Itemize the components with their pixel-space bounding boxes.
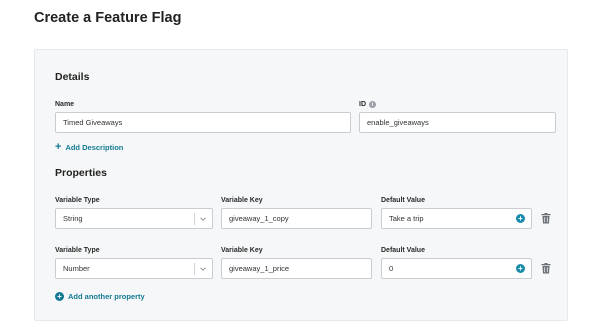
variable-type-value: Number	[63, 264, 90, 273]
add-another-property-link[interactable]: + Add another property	[55, 292, 145, 301]
name-label: Name	[55, 101, 74, 108]
plus-icon: +	[55, 141, 62, 153]
trash-icon[interactable]	[541, 213, 551, 224]
trash-icon[interactable]	[541, 263, 551, 274]
select-divider	[194, 263, 195, 275]
variable-type-label: Variable Type	[55, 247, 100, 254]
variable-key-value: giveaway_1_price	[229, 264, 290, 273]
add-description-text: Add Description	[65, 143, 124, 152]
variable-key-field[interactable]: giveaway_1_price	[221, 258, 372, 279]
default-value-field[interactable]: 0 +	[381, 258, 532, 279]
default-value-field[interactable]: Take a trip +	[381, 208, 532, 229]
page-title: Create a Feature Flag	[34, 10, 182, 26]
properties-section-title: Properties	[55, 167, 107, 179]
id-field-value: enable_giveaways	[367, 118, 429, 127]
variable-type-label-text: Variable Type	[55, 247, 100, 254]
add-description-link[interactable]: + Add Description	[55, 142, 123, 153]
name-label-text: Name	[55, 101, 75, 108]
name-field-value: Timed Giveaways	[63, 118, 123, 127]
plus-icon[interactable]: +	[516, 214, 525, 223]
id-field[interactable]: enable_giveaways	[359, 112, 556, 133]
chevron-down-icon	[200, 217, 206, 221]
id-label-text: ID	[359, 101, 366, 108]
info-icon[interactable]: i	[369, 101, 376, 108]
default-value-label: Default Value	[381, 247, 425, 254]
variable-key-label-text: Variable Key	[221, 197, 263, 204]
default-value-label-text: Default Value	[381, 247, 425, 254]
chevron-down-icon	[200, 267, 206, 271]
details-section-title: Details	[55, 71, 90, 83]
default-value-value: Take a trip	[389, 214, 424, 223]
id-label: ID i	[359, 101, 376, 108]
default-value-label-text: Default Value	[381, 197, 425, 204]
variable-type-value: String	[63, 214, 83, 223]
variable-key-label: Variable Key	[221, 247, 263, 254]
variable-type-select[interactable]: Number	[55, 258, 213, 279]
variable-key-label: Variable Key	[221, 197, 263, 204]
plus-icon[interactable]: +	[516, 264, 525, 273]
name-field[interactable]: Timed Giveaways	[55, 112, 351, 133]
variable-type-select[interactable]: String	[55, 208, 213, 229]
default-value-label: Default Value	[381, 197, 425, 204]
variable-type-label: Variable Type	[55, 197, 100, 204]
default-value-value: 0	[389, 264, 394, 273]
feature-flag-card: Details Name Timed Giveaways ID i enable…	[34, 49, 568, 321]
variable-key-value: giveaway_1_copy	[229, 214, 289, 223]
plus-icon: +	[55, 292, 64, 301]
variable-type-label-text: Variable Type	[55, 197, 100, 204]
variable-key-label-text: Variable Key	[221, 247, 263, 254]
select-divider	[194, 213, 195, 225]
add-another-property-text: Add another property	[68, 292, 145, 301]
variable-key-field[interactable]: giveaway_1_copy	[221, 208, 372, 229]
